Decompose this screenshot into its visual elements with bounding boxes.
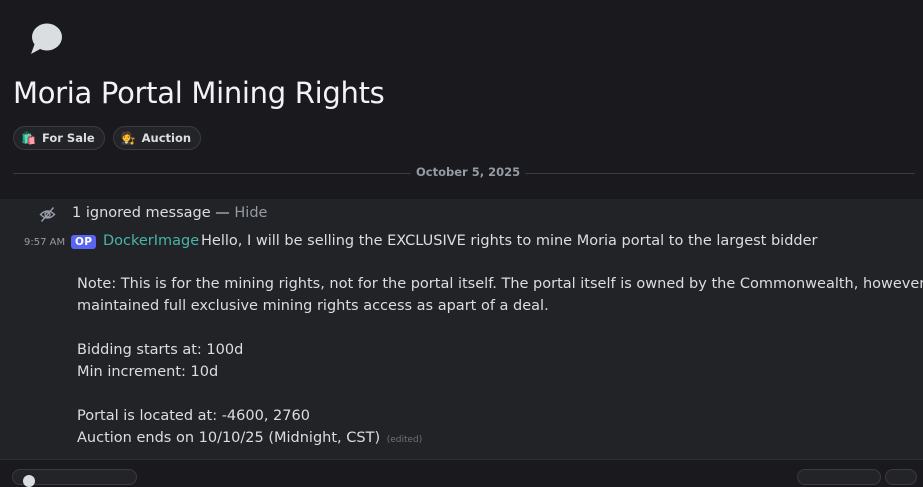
thread-header: Moria Portal Mining Rights 🛍️ For Sale 🧑…: [0, 0, 923, 199]
eye-slash-icon: [39, 207, 56, 222]
message-list: 1 ignored message — Hide 9:57 AM OP Dock…: [0, 199, 923, 459]
message-line: Note: This is for the mining rights, not…: [77, 276, 923, 292]
message-last-line: Auction ends on 10/10/25 (Midnight, CST)…: [77, 430, 422, 446]
ignored-count-label: 1 ignored message —: [72, 205, 235, 221]
message-timestamp[interactable]: 9:57 AM: [24, 237, 65, 248]
message-line: maintained full exclusive mining rights …: [77, 298, 549, 314]
hide-link[interactable]: Hide: [234, 205, 267, 221]
tag-for-sale[interactable]: 🛍️ For Sale: [13, 126, 105, 150]
tag-label: Auction: [141, 131, 192, 145]
op-badge: OP: [71, 235, 97, 249]
thread-title: Moria Portal Mining Rights: [13, 76, 385, 110]
ignored-message-text: 1 ignored message — Hide: [72, 205, 267, 221]
tag-auction[interactable]: 🧑‍⚖️ Auction: [112, 126, 202, 150]
ignored-message-row: 1 ignored message — Hide: [0, 199, 923, 229]
message-line: Min increment: 10d: [77, 364, 219, 380]
edited-marker: (edited): [386, 435, 423, 445]
tag-label: For Sale: [41, 131, 95, 145]
message-line: Portal is located at: -4600, 2760: [77, 408, 310, 424]
tag-list: 🛍️ For Sale 🧑‍⚖️ Auction: [13, 126, 202, 150]
reaction-button[interactable]: [12, 469, 137, 487]
action-button[interactable]: [797, 469, 881, 485]
message-line: Auction ends on 10/10/25 (Midnight, CST): [77, 430, 381, 446]
more-button[interactable]: [885, 469, 917, 485]
judge-icon: 🧑‍⚖️: [120, 131, 136, 145]
message-line: Bidding starts at: 100d: [77, 342, 244, 358]
thread-bubble-icon: [31, 23, 62, 54]
message-line: Hello, I will be selling the EXCLUSIVE r…: [201, 233, 818, 249]
divider-date: October 5, 2025: [411, 165, 526, 179]
bottom-bar: [0, 459, 923, 487]
shopping-bags-icon: 🛍️: [21, 131, 36, 145]
author-name[interactable]: DockerImage: [103, 233, 199, 249]
